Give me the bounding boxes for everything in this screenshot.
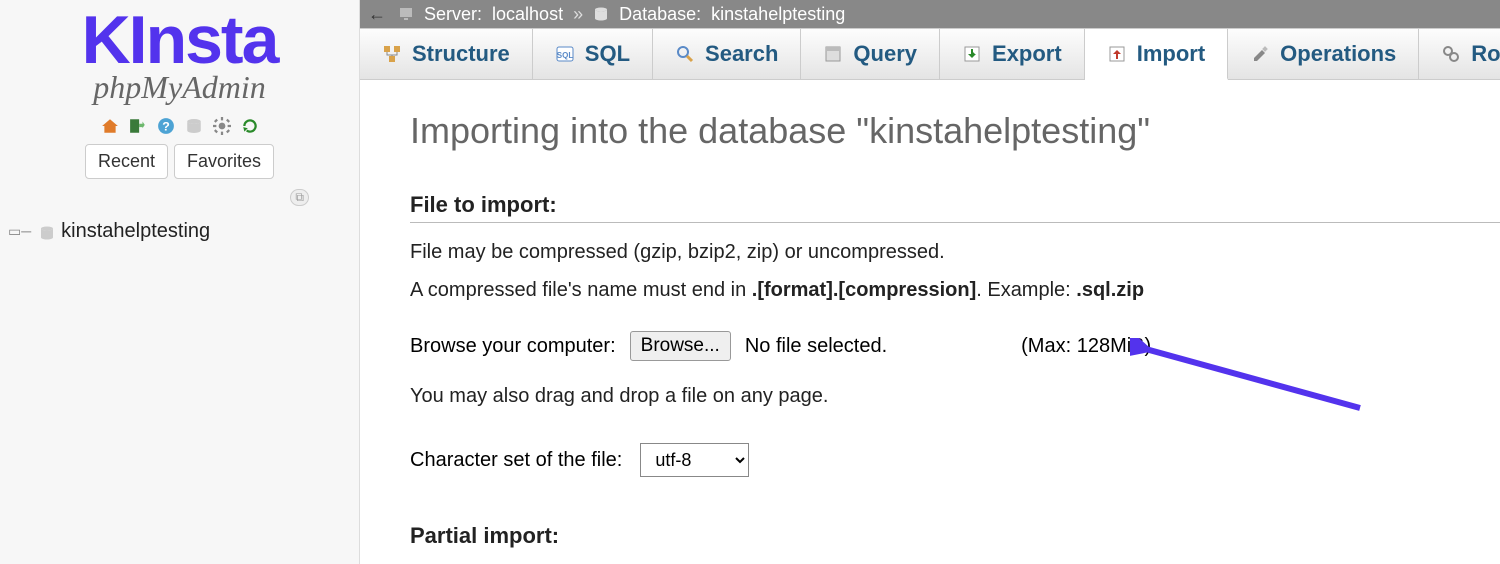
tab-label: Structure [412, 41, 510, 67]
charset-select[interactable]: utf-8 [640, 443, 749, 477]
routines-icon [1441, 44, 1461, 64]
database-icon [593, 6, 609, 22]
name-line: A compressed file's name must end in .[f… [410, 275, 1500, 305]
operations-icon [1250, 44, 1270, 64]
charset-row: Character set of the file: utf-8 [410, 443, 1500, 477]
tab-query[interactable]: Query [801, 28, 940, 79]
breadcrumb-db-value[interactable]: kinstahelptesting [711, 4, 845, 25]
logo: KInsta phpMyAdmin [20, 10, 340, 106]
browse-label: Browse your computer: [410, 335, 616, 358]
breadcrumb-server-value[interactable]: localhost [492, 4, 563, 25]
tree-toggle-icon[interactable]: ▭─ [8, 223, 31, 240]
tab-operations[interactable]: Operations [1228, 28, 1419, 79]
recent-button[interactable]: Recent [85, 144, 168, 179]
exit-icon[interactable] [128, 116, 148, 136]
tab-label: Query [853, 41, 917, 67]
logo-brand: KInsta [20, 10, 340, 71]
reload-icon[interactable] [240, 116, 260, 136]
tab-label: Routines [1471, 41, 1500, 67]
file-section-body: File may be compressed (gzip, bzip2, zip… [410, 237, 1500, 549]
svg-text:?: ? [162, 120, 170, 134]
breadcrumb: ← Server: localhost » Database: kinstahe… [360, 0, 1500, 28]
sidebar-toolbar: ? [100, 116, 260, 136]
page-title: Importing into the database "kinstahelpt… [410, 110, 1500, 152]
name-line-d: .sql.zip [1076, 279, 1144, 301]
sidebar-link-row: ⧉ [0, 189, 359, 206]
help-icon[interactable]: ? [156, 116, 176, 136]
favorites-button[interactable]: Favorites [174, 144, 274, 179]
browse-row: Browse your computer: Browse... No file … [410, 331, 1500, 361]
db-name: kinstahelptesting [61, 220, 210, 243]
breadcrumb-sep: » [573, 4, 583, 25]
tab-label: Import [1137, 41, 1205, 67]
browse-button[interactable]: Browse... [630, 331, 731, 361]
logo-product: phpMyAdmin [20, 69, 340, 106]
name-line-a: A compressed file's name must end in [410, 279, 752, 301]
settings-icon[interactable] [212, 116, 232, 136]
structure-icon [382, 44, 402, 64]
database-icon [39, 224, 55, 240]
sidebar: KInsta phpMyAdmin ? Recent Favorites ⧉ ▭… [0, 0, 360, 564]
tab-export[interactable]: Export [940, 28, 1085, 79]
breadcrumb-server-label: Server: [424, 4, 482, 25]
compress-line: File may be compressed (gzip, bzip2, zip… [410, 237, 1500, 267]
file-section-head: File to import: [410, 192, 1500, 223]
home-icon[interactable] [100, 116, 120, 136]
breadcrumb-db-label: Database: [619, 4, 701, 25]
charset-label: Character set of the file: [410, 449, 622, 472]
name-line-b: .[format].[compression] [752, 279, 976, 301]
db-tree-item[interactable]: ▭─ kinstahelptesting [8, 220, 359, 243]
db-icon[interactable] [184, 116, 204, 136]
no-file-text: No file selected. [745, 335, 887, 358]
tab-label: Export [992, 41, 1062, 67]
search-icon [675, 44, 695, 64]
server-icon [398, 6, 414, 22]
export-icon [962, 44, 982, 64]
partial-import-head: Partial import: [410, 523, 1500, 549]
tab-search[interactable]: Search [653, 28, 801, 79]
content: Importing into the database "kinstahelpt… [360, 80, 1500, 549]
link-icon[interactable]: ⧉ [290, 189, 309, 206]
tab-label: Operations [1280, 41, 1396, 67]
sql-icon: SQL [555, 44, 575, 64]
db-tree: ▭─ kinstahelptesting [0, 220, 359, 243]
tab-import[interactable]: Import [1085, 28, 1228, 80]
tab-label: SQL [585, 41, 630, 67]
name-line-c: . Example: [976, 279, 1076, 301]
tab-structure[interactable]: Structure [360, 28, 533, 79]
sidebar-lists: Recent Favorites [85, 144, 274, 179]
main: ← Server: localhost » Database: kinstahe… [360, 0, 1500, 564]
tab-bar: Structure SQL SQL Search Query Export Im… [360, 28, 1500, 80]
dragdrop-line: You may also drag and drop a file on any… [410, 381, 1500, 411]
tab-sql[interactable]: SQL SQL [533, 28, 653, 79]
max-size-note: (Max: 128MiB) [1021, 335, 1151, 358]
tab-routines[interactable]: Routines [1419, 28, 1500, 79]
import-icon [1107, 44, 1127, 64]
svg-text:SQL: SQL [557, 51, 574, 60]
back-arrow-icon[interactable]: ← [368, 4, 386, 25]
query-icon [823, 44, 843, 64]
tab-label: Search [705, 41, 778, 67]
